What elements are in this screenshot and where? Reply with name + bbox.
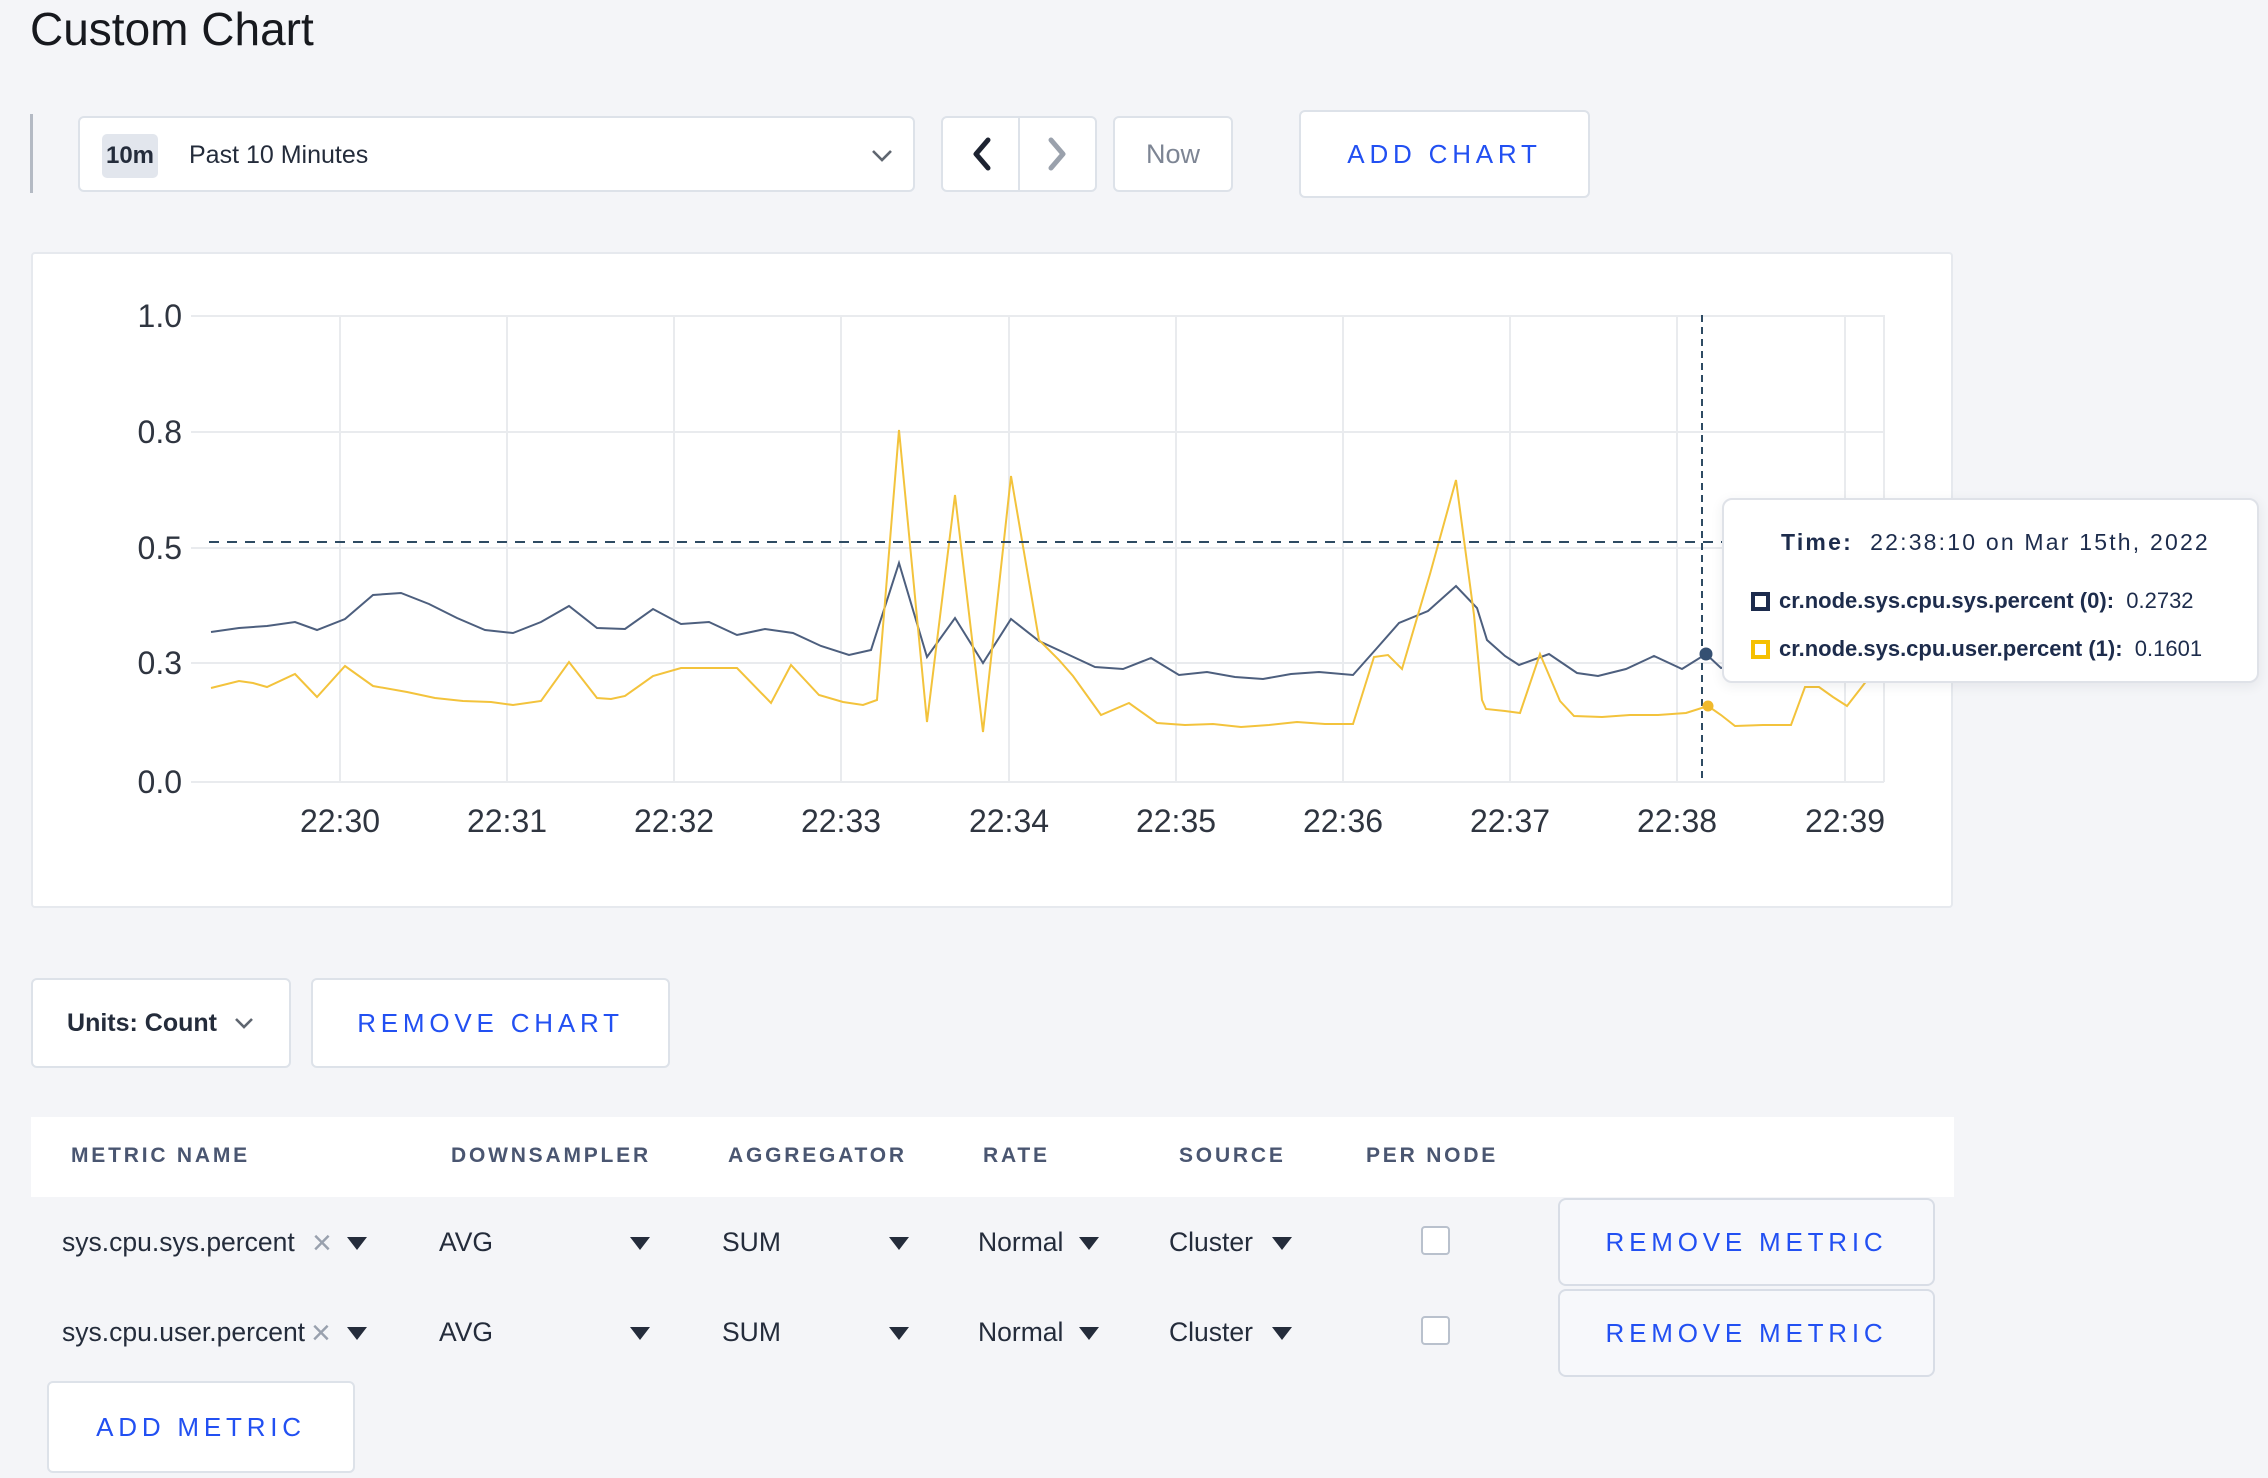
svg-text:22:31: 22:31 bbox=[467, 803, 547, 839]
svg-text:22:33: 22:33 bbox=[801, 803, 881, 839]
svg-text:1.0: 1.0 bbox=[138, 298, 182, 334]
svg-text:22:30: 22:30 bbox=[300, 803, 380, 839]
svg-text:0.8: 0.8 bbox=[138, 414, 182, 450]
svg-text:22:32: 22:32 bbox=[634, 803, 714, 839]
svg-text:22:34: 22:34 bbox=[969, 803, 1049, 839]
svg-text:22:37: 22:37 bbox=[1470, 803, 1550, 839]
svg-text:22:39: 22:39 bbox=[1805, 803, 1885, 839]
svg-text:22:38: 22:38 bbox=[1637, 803, 1717, 839]
svg-text:0.3: 0.3 bbox=[138, 645, 182, 681]
svg-text:22:36: 22:36 bbox=[1303, 803, 1383, 839]
svg-text:22:35: 22:35 bbox=[1136, 803, 1216, 839]
svg-text:0.0: 0.0 bbox=[138, 764, 182, 800]
svg-text:0.5: 0.5 bbox=[138, 530, 182, 566]
